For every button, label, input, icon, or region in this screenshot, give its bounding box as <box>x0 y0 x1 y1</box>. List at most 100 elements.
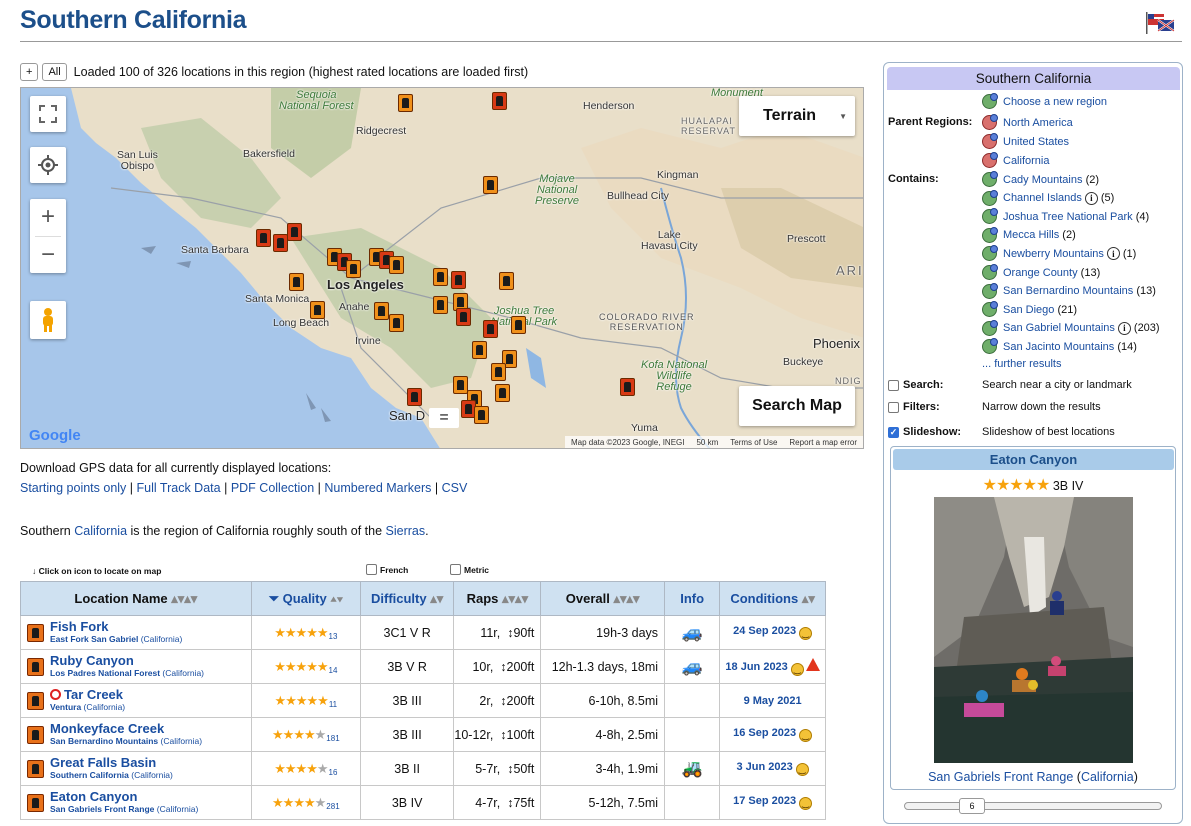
report-error-link[interactable]: Report a map error <box>789 438 857 447</box>
zoom-out-button[interactable]: − <box>30 237 66 274</box>
condition-date[interactable]: 3 Jun 2023 <box>736 761 792 773</box>
choose-region-link[interactable]: Choose a new region <box>1003 96 1107 108</box>
slideshow-region-link[interactable]: San Gabriels Front Range <box>928 770 1073 784</box>
rating-count[interactable]: 181 <box>326 734 339 743</box>
rappel-icon[interactable] <box>27 794 44 812</box>
pegman-icon[interactable] <box>30 301 66 339</box>
sort-icon[interactable]: ▴▾▴▾ <box>502 591 528 606</box>
map-marker[interactable] <box>456 308 471 326</box>
conditions-cell[interactable]: 9 May 2021 <box>719 683 826 718</box>
choose-region-row[interactable]: Choose a new region <box>982 93 1107 109</box>
rating-count[interactable]: 14 <box>329 666 338 675</box>
slideshow-checkbox[interactable]: ✓ <box>888 426 899 438</box>
subregion-link[interactable]: Joshua Tree National Park <box>1003 211 1133 223</box>
map-marker[interactable] <box>474 406 489 424</box>
region-link[interactable]: San Bernardino Mountains <box>50 736 158 746</box>
col-quality[interactable]: ⏷ Quality ▴▾ <box>250 581 361 616</box>
condition-date[interactable]: 24 Sep 2023 <box>733 625 796 637</box>
sort-icon[interactable]: ▴▾ <box>802 591 815 606</box>
flags-icon[interactable] <box>1144 10 1182 36</box>
slideshow-slider[interactable]: 6 <box>904 798 1162 814</box>
map-marker[interactable] <box>389 314 404 332</box>
state-link[interactable]: California <box>134 770 170 780</box>
info-icon[interactable]: i <box>1117 321 1131 335</box>
subregion-link[interactable]: Cady Mountains <box>1003 174 1083 186</box>
slideshow-title[interactable]: Eaton Canyon <box>893 449 1174 470</box>
region-link[interactable]: San Gabriels Front Range <box>50 804 154 814</box>
location-name-link[interactable]: Monkeyface Creek <box>50 722 251 736</box>
condition-date[interactable]: 18 Jun 2023 <box>725 661 787 673</box>
subregion-item[interactable]: San Diego (21) <box>982 301 1077 318</box>
table-row[interactable]: Ruby Canyon Los Padres National Forest (C… <box>20 649 826 684</box>
my-location-button[interactable] <box>30 147 66 183</box>
terms-link[interactable]: Terms of Use <box>730 438 777 447</box>
rappel-icon[interactable] <box>27 692 44 710</box>
state-link[interactable]: California <box>144 634 180 644</box>
zoom-in-button[interactable]: + <box>30 199 66 236</box>
metric-toggle[interactable]: Metric <box>450 564 489 575</box>
map-marker[interactable] <box>433 296 448 314</box>
conditions-cell[interactable]: 3 Jun 2023 ‿ <box>719 751 826 786</box>
table-row[interactable]: Monkeyface Creek San Bernardino Mountains… <box>20 717 826 752</box>
slideshow-photo[interactable] <box>934 497 1133 763</box>
sort-icon[interactable]: ▴▾ <box>330 591 343 606</box>
region-link[interactable]: Ventura <box>50 702 81 712</box>
condition-date[interactable]: 16 Sep 2023 <box>733 727 796 739</box>
subregion-item[interactable]: San Bernardino Mountains (13) <box>982 282 1156 299</box>
region-link[interactable]: Southern California <box>50 770 129 780</box>
col-overall[interactable]: Overall ▴▾▴▾ <box>540 581 666 616</box>
sort-icon[interactable]: ▴▾ <box>430 591 443 606</box>
subregion-item[interactable]: Mecca Hills (2) <box>982 226 1076 243</box>
subregion-item[interactable]: Cady Mountains (2) <box>982 171 1099 187</box>
map-marker[interactable] <box>289 273 304 291</box>
conditions-cell[interactable]: 24 Sep 2023 ‿ <box>719 615 826 650</box>
map-marker[interactable] <box>620 378 635 396</box>
map-marker[interactable] <box>483 320 498 338</box>
region-link[interactable]: East Fork San Gabriel <box>50 634 138 644</box>
subregion-link[interactable]: San Bernardino Mountains <box>1003 285 1133 297</box>
rappel-icon[interactable] <box>27 658 44 676</box>
table-row[interactable]: Tar Creek Ventura (California) ★★★★★11 3B I… <box>20 683 826 718</box>
map-marker[interactable] <box>491 363 506 381</box>
map-marker[interactable] <box>433 268 448 286</box>
further-results-link[interactable]: ... further results <box>982 358 1061 370</box>
french-checkbox[interactable] <box>366 564 377 575</box>
col-difficulty[interactable]: Difficulty ▴▾ <box>359 581 455 616</box>
subregion-link[interactable]: San Jacinto Mountains <box>1003 341 1114 353</box>
load-all-button[interactable]: All <box>42 63 67 81</box>
conditions-cell[interactable]: 16 Sep 2023 ‿ <box>719 717 826 752</box>
subregion-item[interactable]: Newberry Mountains i (1) <box>982 245 1136 262</box>
map-marker[interactable] <box>407 388 422 406</box>
map-marker[interactable] <box>374 302 389 320</box>
subregion-link[interactable]: Mecca Hills <box>1003 229 1059 241</box>
region-link[interactable]: Los Padres National Forest <box>50 668 160 678</box>
state-link[interactable]: California <box>160 804 196 814</box>
map-marker[interactable] <box>453 376 468 394</box>
table-row[interactable]: Fish Fork East Fork San Gabriel (Californ… <box>20 615 826 650</box>
rappel-icon[interactable] <box>27 760 44 778</box>
filters-toggle[interactable]: Filters: <box>888 401 940 413</box>
condition-date[interactable]: 17 Sep 2023 <box>733 795 796 807</box>
table-row[interactable]: Eaton Canyon San Gabriels Front Range (Ca… <box>20 785 826 820</box>
slider-handle[interactable]: 6 <box>959 798 985 814</box>
map-marker[interactable] <box>256 229 271 247</box>
subregion-link[interactable]: Orange County <box>1003 267 1078 279</box>
subregion-item[interactable]: San Gabriel Mountains i (203) <box>982 319 1160 336</box>
parent-region-link[interactable]: California <box>1003 155 1049 167</box>
download-starting-points-link[interactable]: Starting points only <box>20 481 126 495</box>
map-marker[interactable] <box>511 316 526 334</box>
subregion-item[interactable]: Channel Islands i (5) <box>982 189 1114 206</box>
subregion-link[interactable]: San Diego <box>1003 304 1054 316</box>
info-icon[interactable]: i <box>1084 191 1098 205</box>
download-numbered-markers-link[interactable]: Numbered Markers <box>324 481 431 495</box>
map-marker[interactable] <box>273 234 288 252</box>
col-info[interactable]: Info <box>664 581 721 616</box>
col-location-name[interactable]: Location Name ▴▾▴▾ <box>20 581 252 616</box>
col-raps[interactable]: Raps ▴▾▴▾ <box>453 581 542 616</box>
parent-region-item[interactable]: California <box>982 152 1049 168</box>
map-legend-toggle[interactable]: = <box>429 408 459 428</box>
map-marker[interactable] <box>483 176 498 194</box>
location-name-link[interactable]: Ruby Canyon <box>50 654 251 668</box>
map-type-dropdown[interactable]: Terrain ▼ <box>739 96 855 136</box>
map-marker[interactable] <box>310 301 325 319</box>
